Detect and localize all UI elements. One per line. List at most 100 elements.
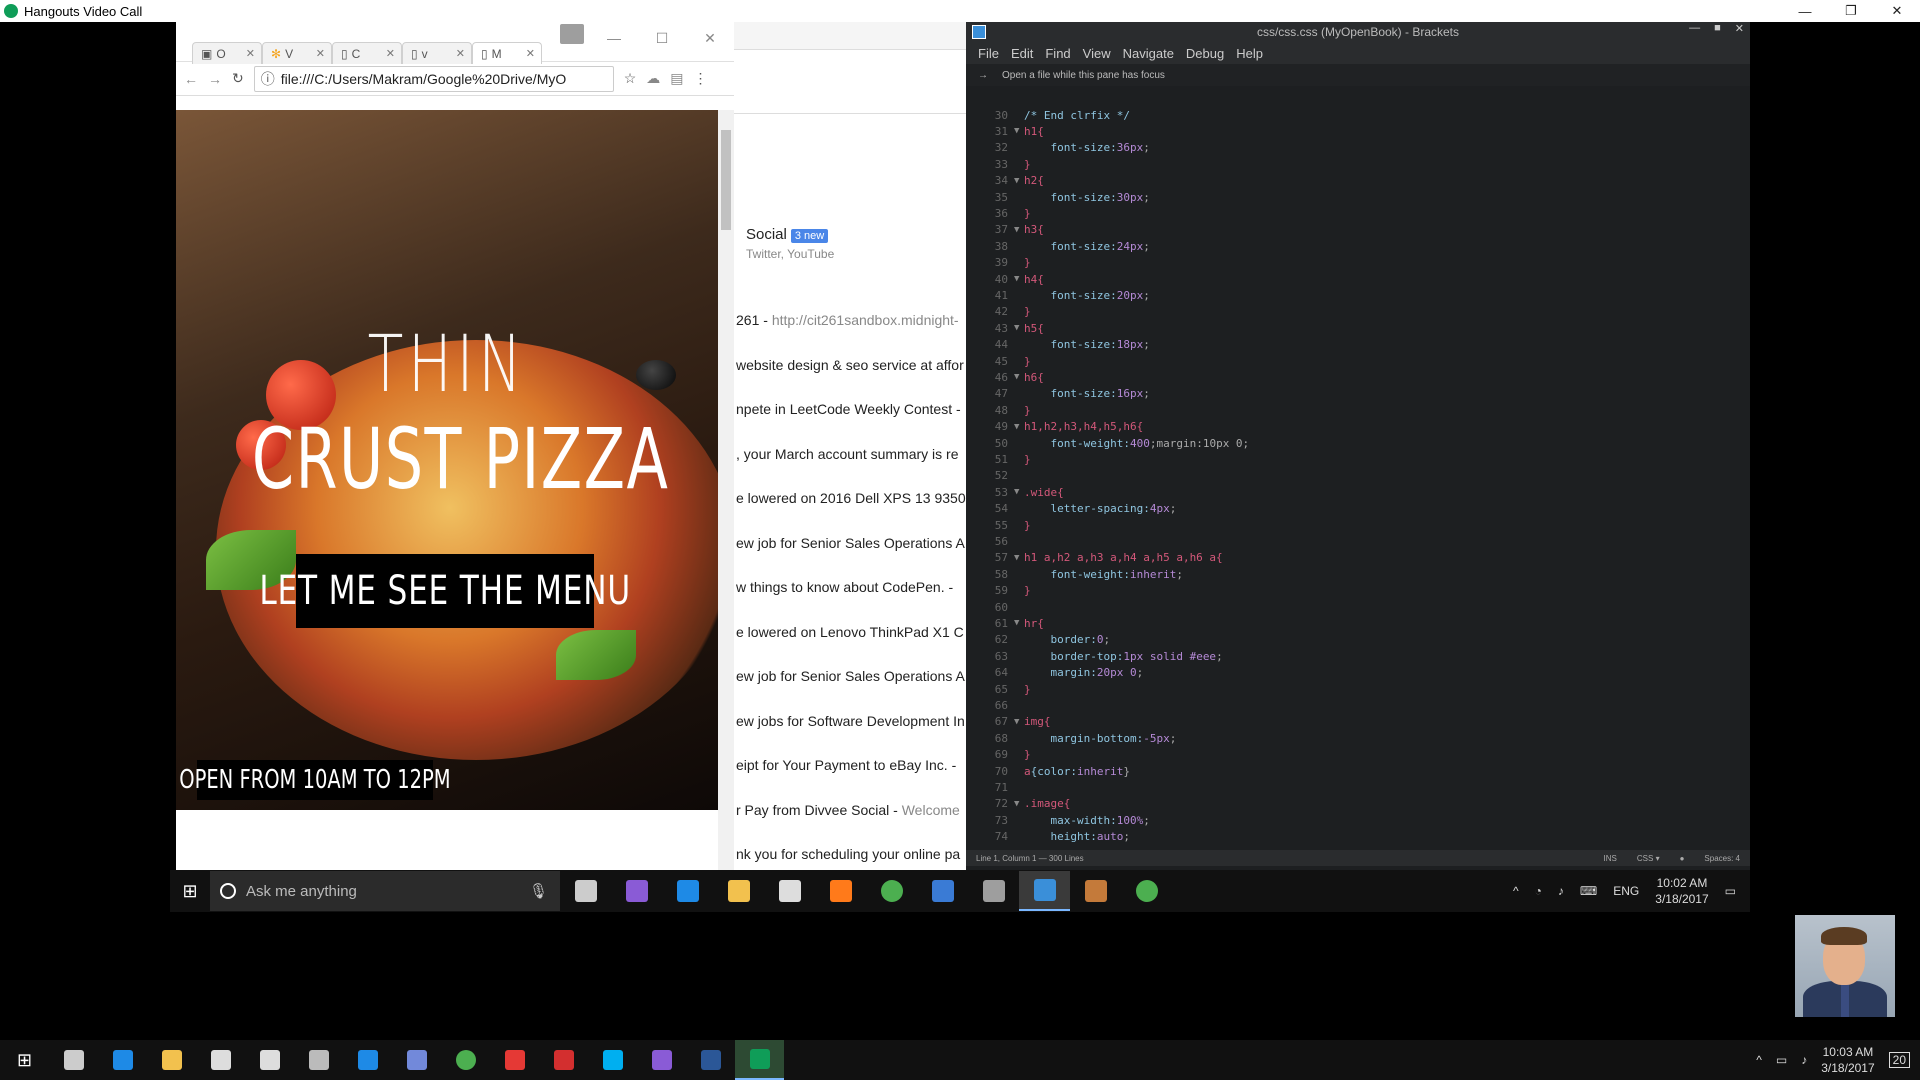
code-line[interactable]: 60 (966, 600, 1750, 614)
forward-icon[interactable]: → (208, 71, 222, 87)
code-line[interactable]: 61 ▼ hr{ (966, 616, 1750, 630)
code-line[interactable]: 57 ▼ h1 a,h2 a,h3 a,h4 a,h5 a,h6 a{ (966, 551, 1750, 565)
code-line[interactable]: 58 font-weight: inherit; (966, 567, 1750, 581)
task-view-icon[interactable] (560, 871, 611, 911)
menu-icon[interactable]: ⋮ (694, 70, 708, 87)
close-icon[interactable]: ✕ (456, 47, 465, 60)
word-icon[interactable] (686, 1040, 735, 1080)
info-icon[interactable]: ⓘ (261, 69, 275, 89)
menu-debug[interactable]: Debug (1186, 46, 1224, 61)
email-row[interactable]: ew job for Senior Sales Operations A (734, 668, 966, 684)
store-icon[interactable] (917, 871, 968, 911)
code-line[interactable]: 56 (966, 534, 1750, 548)
see-menu-button[interactable]: LET ME SEE THE MENU (259, 554, 630, 628)
minimize-icon[interactable]: — (590, 30, 638, 47)
code-line[interactable]: 73 max-width: 100%; (966, 813, 1750, 827)
tab-1[interactable]: ▣ O ✕ (192, 42, 262, 64)
edge-icon[interactable] (662, 871, 713, 911)
minimize-icon[interactable]: — (1689, 22, 1700, 35)
language-select[interactable]: CSS ▾ (1637, 854, 1660, 863)
close-icon[interactable]: ✕ (686, 30, 734, 47)
edge-icon[interactable] (98, 1040, 147, 1080)
spaces-setting[interactable]: Spaces: 4 (1704, 854, 1740, 863)
close-button[interactable]: ✕ (1874, 0, 1920, 22)
email-row[interactable]: , your March account summary is re (734, 446, 966, 462)
code-line[interactable]: 39} (966, 256, 1750, 270)
code-line[interactable]: 42} (966, 305, 1750, 319)
menu-edit[interactable]: Edit (1011, 46, 1033, 61)
tab-4[interactable]: ▯ v ✕ (402, 42, 472, 64)
fold-icon[interactable]: ▼ (1014, 323, 1024, 333)
menu-find[interactable]: Find (1045, 46, 1070, 61)
volume-icon[interactable]: ♪ (1801, 1053, 1807, 1067)
code-line[interactable]: 62 border: 0; (966, 633, 1750, 647)
email-row[interactable]: eipt for Your Payment to eBay Inc. - (734, 757, 966, 773)
tab-2[interactable]: ✻ V ✕ (262, 42, 332, 64)
code-line[interactable]: 72 ▼ .image{ (966, 797, 1750, 811)
back-icon[interactable]: ← (184, 71, 198, 87)
webcam-self-view[interactable] (1795, 915, 1895, 1017)
code-line[interactable]: 68 margin-bottom: -5px; (966, 731, 1750, 745)
file-explorer-icon[interactable] (147, 1040, 196, 1080)
code-line[interactable]: 59} (966, 584, 1750, 598)
code-line[interactable]: 32 font-size: 36px; (966, 141, 1750, 155)
extension-icon[interactable]: ☁ (646, 70, 660, 87)
fold-icon[interactable]: ▼ (1014, 487, 1024, 497)
firefox-icon[interactable] (815, 871, 866, 911)
email-row[interactable]: e lowered on Lenovo ThinkPad X1 C (734, 624, 966, 640)
code-line[interactable]: 67 ▼ img{ (966, 715, 1750, 729)
task-view-icon[interactable] (49, 1040, 98, 1080)
reload-icon[interactable]: ↻ (232, 70, 244, 87)
skype-icon[interactable] (588, 1040, 637, 1080)
keyboard-icon[interactable]: ⌨ (1580, 884, 1597, 898)
chrome-icon[interactable] (1121, 871, 1172, 911)
minimize-button[interactable]: — (1782, 0, 1828, 22)
menu-help[interactable]: Help (1236, 46, 1263, 61)
code-editor[interactable]: 30/* End clrfix */31 ▼ h1{32 font-size: 36p… (966, 106, 1750, 844)
page-scrollbar[interactable] (718, 110, 734, 870)
app-icon[interactable] (490, 1040, 539, 1080)
menu-view[interactable]: View (1083, 46, 1111, 61)
chevron-up-icon[interactable]: ^ (1756, 1053, 1762, 1067)
fold-icon[interactable]: ▼ (1014, 799, 1024, 809)
fold-icon[interactable]: ▼ (1014, 126, 1024, 136)
hangouts-icon[interactable] (735, 1040, 784, 1080)
chevron-up-icon[interactable]: ^ (1513, 884, 1519, 898)
star-icon[interactable]: ☆ (624, 70, 637, 87)
chrome-icon[interactable] (866, 871, 917, 911)
start-icon[interactable]: ⊞ (0, 1040, 49, 1080)
code-line[interactable]: 51} (966, 452, 1750, 466)
chrome-icon[interactable] (441, 1040, 490, 1080)
code-line[interactable]: 64 margin: 20px 0; (966, 666, 1750, 680)
code-line[interactable]: 34 ▼ h2{ (966, 174, 1750, 188)
start-icon[interactable]: ⊞ (170, 881, 210, 902)
close-icon[interactable]: ✕ (1735, 22, 1744, 35)
code-line[interactable]: 50 font-weight: 400 ;margin:10px 0; (966, 436, 1750, 450)
code-line[interactable]: 65} (966, 682, 1750, 696)
code-line[interactable]: 44 font-size: 18px; (966, 338, 1750, 352)
fold-icon[interactable]: ▼ (1014, 717, 1024, 727)
menu-file[interactable]: File (978, 46, 999, 61)
file-explorer-icon[interactable] (713, 871, 764, 911)
code-line[interactable]: 41 font-size: 20px; (966, 288, 1750, 302)
code-line[interactable]: 52 (966, 469, 1750, 483)
maximize-icon[interactable]: ■ (1714, 22, 1721, 35)
fold-icon[interactable]: ▼ (1014, 176, 1024, 186)
code-line[interactable]: 71 (966, 780, 1750, 794)
calculator-icon[interactable] (294, 1040, 343, 1080)
code-line[interactable]: 38 font-size: 24px; (966, 239, 1750, 253)
close-icon[interactable]: ✕ (316, 47, 325, 60)
remote-clock[interactable]: 10:02 AM 3/18/2017 (1655, 875, 1708, 907)
tab-3[interactable]: ▯ C ✕ (332, 42, 402, 64)
social-category[interactable]: Social 3 new Twitter, YouTube (746, 226, 834, 261)
email-row[interactable]: ew jobs for Software Development In (734, 713, 966, 729)
code-line[interactable]: 45} (966, 354, 1750, 368)
discord-icon[interactable] (392, 1040, 441, 1080)
menu-navigate[interactable]: Navigate (1123, 46, 1174, 61)
notification-icon[interactable]: ▭ (1725, 884, 1736, 898)
code-line[interactable]: 63 border-top: 1px solid #eee; (966, 649, 1750, 663)
email-row[interactable]: r Pay from Divvee Social - Welcome (734, 802, 966, 818)
fold-icon[interactable]: ▼ (1014, 225, 1024, 235)
code-line[interactable]: 49 ▼ h1,h2,h3,h4,h5,h6{ (966, 420, 1750, 434)
brackets-icon[interactable] (1019, 871, 1070, 911)
